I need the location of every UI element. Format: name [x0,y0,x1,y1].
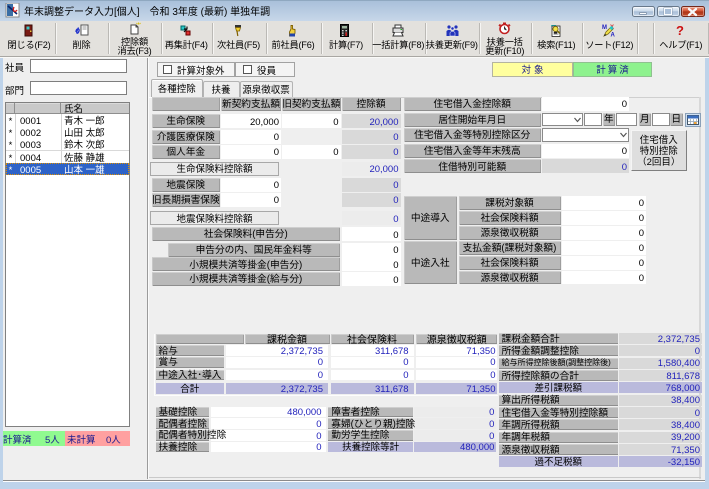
svg-text:?: ? [676,24,684,37]
svg-text:M: M [602,25,607,31]
